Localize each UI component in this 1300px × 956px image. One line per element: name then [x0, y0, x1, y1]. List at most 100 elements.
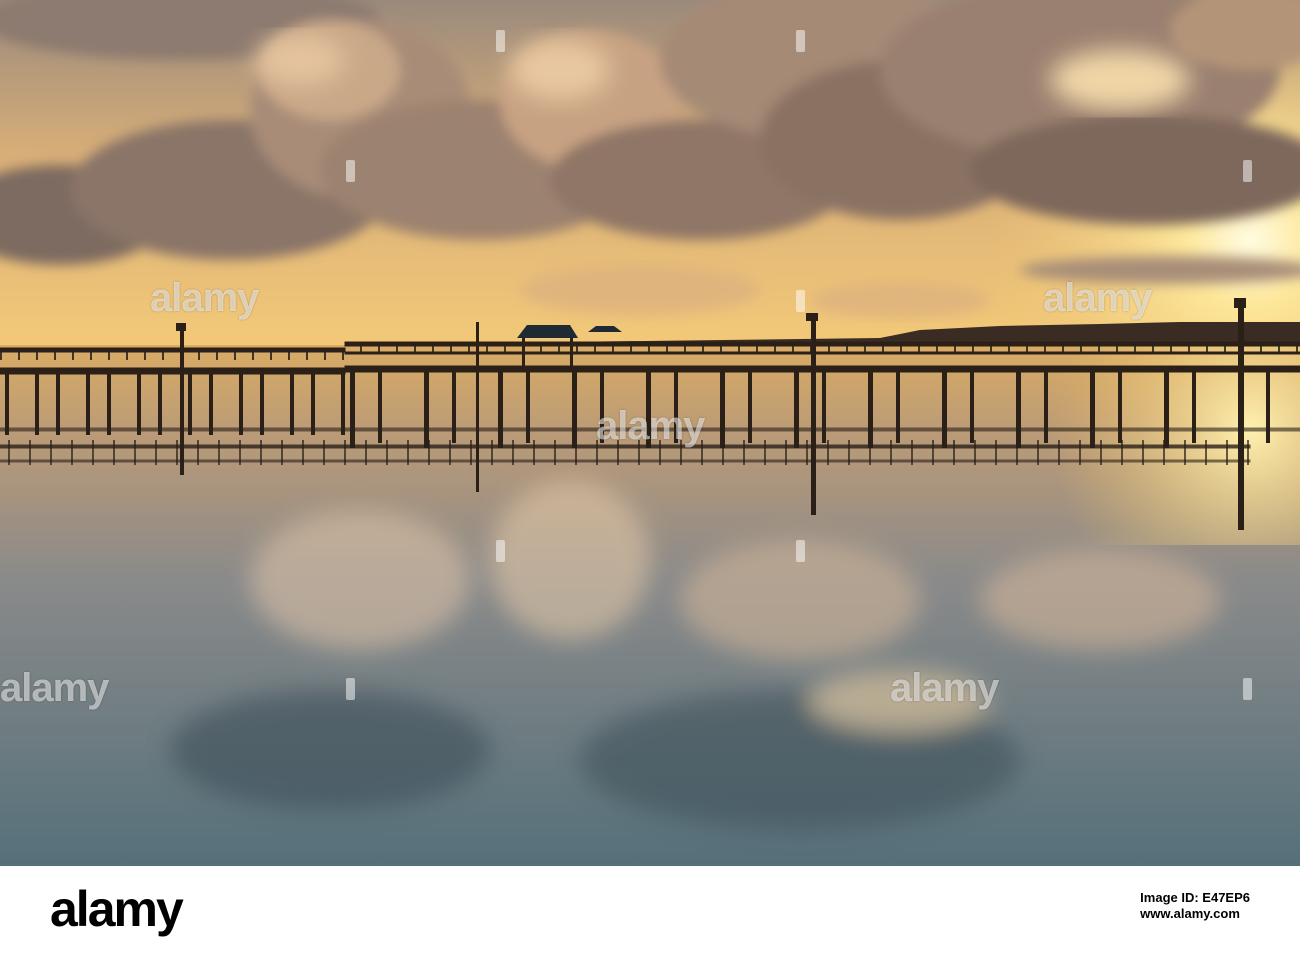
watermark-mark — [1243, 678, 1252, 700]
pier-post — [1121, 440, 1123, 465]
pier-post — [748, 368, 752, 443]
pier-post — [378, 342, 380, 354]
pier-post — [896, 368, 900, 443]
pier-post — [1116, 342, 1118, 354]
pier-post — [1037, 440, 1039, 465]
pier-post — [1008, 342, 1010, 354]
pier-post — [1226, 440, 1228, 465]
pier-post — [1184, 440, 1186, 465]
pier-post — [572, 368, 577, 448]
pier-post — [764, 440, 766, 465]
pier-post — [1142, 440, 1144, 465]
watermark-mark — [346, 160, 355, 182]
pier-post — [162, 348, 164, 360]
pier-post — [449, 440, 451, 465]
pier-post — [756, 342, 758, 354]
pier-post — [86, 370, 90, 435]
pier-post — [575, 440, 577, 465]
pier-post — [486, 342, 488, 354]
pier-post — [134, 440, 136, 465]
pier-post — [1016, 368, 1021, 448]
pier-post — [974, 440, 976, 465]
pier-post — [378, 368, 382, 443]
pier-post — [970, 368, 974, 443]
pier-post — [918, 342, 920, 354]
pier-post — [1026, 342, 1028, 354]
pier-post — [216, 348, 218, 360]
pier-post — [1205, 440, 1207, 465]
pier-post — [1134, 342, 1136, 354]
watermark: alamy — [150, 276, 259, 320]
pier-post — [302, 440, 304, 465]
pier-post — [260, 370, 264, 435]
pier-post — [1278, 342, 1280, 354]
pier-post — [344, 440, 346, 465]
pier-post — [56, 370, 60, 435]
pier-post — [290, 370, 294, 435]
pier-post — [794, 368, 799, 448]
pier-post — [1062, 342, 1064, 354]
pier-post — [827, 440, 829, 465]
pier-post — [1118, 368, 1122, 443]
pier-post — [554, 440, 556, 465]
pier-post — [452, 368, 456, 443]
pier-post — [995, 440, 997, 465]
pier-post — [239, 370, 243, 435]
pier-post — [1188, 342, 1190, 354]
pier-post — [1079, 440, 1081, 465]
pier-post — [252, 348, 254, 360]
pier-post — [324, 348, 326, 360]
watermark: alamy — [0, 666, 109, 710]
pier-post — [35, 370, 39, 435]
pier-post — [306, 348, 308, 360]
pier-post — [806, 440, 808, 465]
pier-post — [8, 440, 10, 465]
pier-post — [702, 342, 704, 354]
pier-post — [396, 342, 398, 354]
pier-post — [936, 342, 938, 354]
watermark-mark — [796, 290, 805, 312]
pier-post — [54, 348, 56, 360]
pier-post — [155, 440, 157, 465]
pier-post — [414, 342, 416, 354]
watermark-mark — [1243, 160, 1252, 182]
pier-post — [722, 440, 724, 465]
pier-post — [743, 440, 745, 465]
pier-post — [990, 342, 992, 354]
pier-post — [288, 348, 290, 360]
pier-post — [953, 440, 955, 465]
pier-post — [424, 368, 429, 448]
watermark: alamy — [890, 666, 999, 710]
pier-post — [1247, 440, 1249, 465]
pier-post — [239, 440, 241, 465]
pier-post — [365, 440, 367, 465]
pier-post — [0, 348, 2, 360]
watermark-mark — [796, 540, 805, 562]
pier-post — [137, 370, 141, 435]
image-info: Image ID: E47EP6 www.alamy.com — [1140, 890, 1250, 921]
pier-post — [890, 440, 892, 465]
pier-post — [774, 342, 776, 354]
stock-footer: alamy Image ID: E47EP6 www.alamy.com — [0, 866, 1300, 956]
pier-post — [491, 440, 493, 465]
watermark-mark — [496, 30, 505, 52]
pier-post — [209, 370, 213, 435]
pier-post — [197, 440, 199, 465]
image-id: Image ID: E47EP6 — [1140, 890, 1250, 905]
pier-post — [1170, 342, 1172, 354]
site-url: www.alamy.com — [1140, 905, 1240, 921]
pier-post — [407, 440, 409, 465]
pier-post — [107, 370, 111, 435]
pier-post — [260, 440, 262, 465]
pier-post — [342, 348, 344, 360]
pier-post — [1058, 440, 1060, 465]
pier-post — [720, 368, 725, 448]
pier-post — [533, 440, 535, 465]
pier-post — [1164, 368, 1169, 448]
watermark: alamy — [596, 404, 705, 448]
pier-post — [432, 342, 434, 354]
pier-post — [512, 440, 514, 465]
pier-post — [954, 342, 956, 354]
pier-post — [864, 342, 866, 354]
pier-post — [323, 440, 325, 465]
